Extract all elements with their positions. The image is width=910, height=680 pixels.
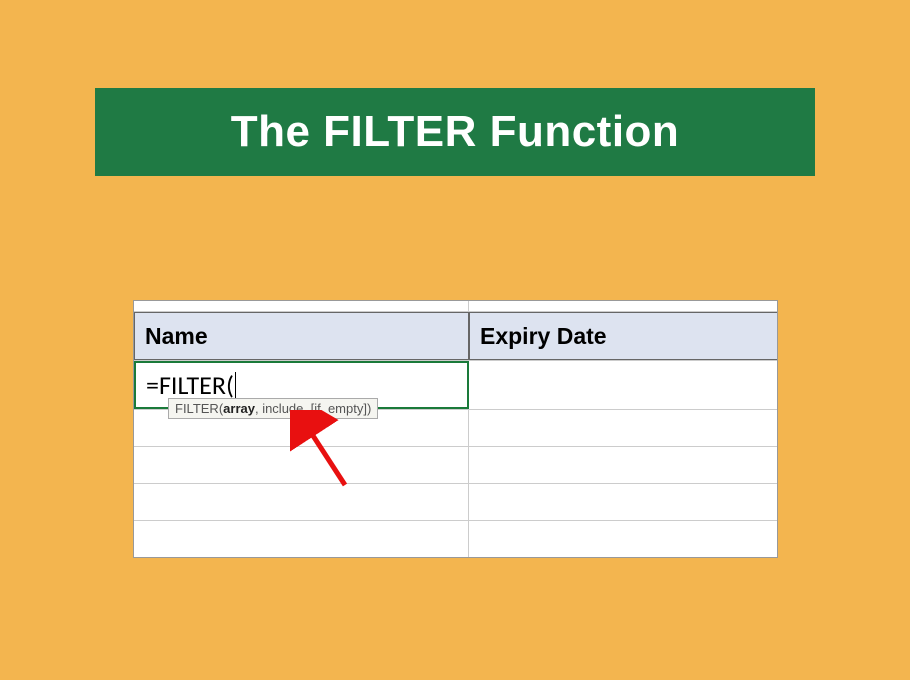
empty-cell[interactable] [469,521,777,557]
header-expiry[interactable]: Expiry Date [469,312,777,360]
empty-cell[interactable] [469,301,777,311]
empty-cell[interactable] [469,410,777,446]
empty-cell[interactable] [469,484,777,520]
table-row [134,484,777,521]
table-row [134,301,777,312]
title-banner: The FILTER Function [95,88,815,176]
tooltip-prefix: FILTER( [175,401,223,416]
page-title: The FILTER Function [231,107,680,157]
table-row [134,521,777,557]
table-row [134,447,777,484]
tooltip-active-arg: array [223,401,255,416]
empty-cell[interactable] [469,447,777,483]
text-cursor [235,372,236,398]
spreadsheet: Name Expiry Date =FILTER( [133,300,778,558]
formula-text: =FILTER( [146,369,234,401]
header-name[interactable]: Name [134,312,469,360]
empty-cell[interactable] [134,301,469,311]
tooltip-suffix: , include, [if_empty]) [255,401,371,416]
empty-cell[interactable] [134,521,469,557]
table-header-row: Name Expiry Date [134,312,777,361]
empty-cell[interactable] [134,447,469,483]
formula-tooltip: FILTER(array, include, [if_empty]) [168,398,378,419]
empty-cell[interactable] [134,484,469,520]
empty-cell[interactable] [469,361,777,409]
